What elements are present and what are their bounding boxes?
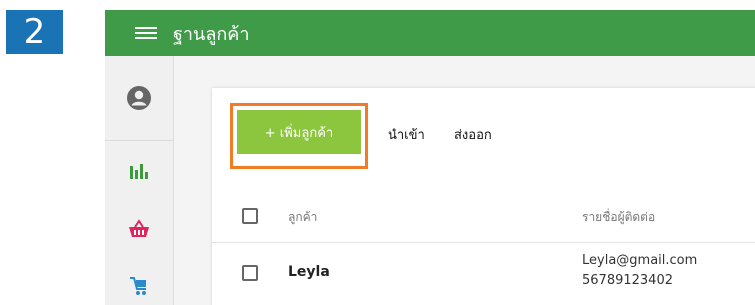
bar-chart-icon (130, 164, 148, 179)
basket-icon (129, 219, 149, 237)
import-button[interactable]: นำเข้า (388, 124, 425, 145)
cart-icon (130, 277, 146, 295)
main-content: + เพิ่มลูกค้า นำเข้า ส่งออก ลูกค้า รายชื… (174, 56, 755, 305)
customer-list-card: + เพิ่มลูกค้า นำเข้า ส่งออก ลูกค้า รายชื… (212, 88, 755, 305)
sidebar (105, 56, 174, 305)
page-title: ฐานลูกค้า (173, 23, 250, 45)
sidebar-item-cart[interactable] (105, 261, 173, 305)
contact-email: Leyla@gmail.com (582, 253, 698, 268)
top-bar: ฐานลูกค้า (105, 10, 755, 56)
sidebar-item-profile[interactable] (105, 56, 173, 141)
app-window: ฐานลูกค้า + เพิ่มลูกค้า นำเข้า ส่งออก ลู… (105, 10, 755, 305)
export-button[interactable]: ส่งออก (454, 124, 492, 145)
table-header: ลูกค้า รายชื่อผู้ติดต่อ (212, 190, 755, 243)
customer-name[interactable]: Leyla (288, 264, 330, 280)
table-row[interactable]: Leyla Leyla@gmail.com 56789123402 (212, 243, 755, 303)
hamburger-icon[interactable] (135, 27, 157, 39)
user-profile-icon (127, 86, 151, 110)
row-checkbox[interactable] (242, 265, 258, 281)
contact-phone: 56789123402 (582, 273, 673, 288)
column-header-customer: ลูกค้า (288, 210, 318, 224)
select-all-checkbox[interactable] (242, 208, 258, 224)
sidebar-item-stats[interactable] (105, 146, 173, 196)
step-number-badge: 2 (6, 10, 63, 54)
add-customer-button[interactable]: + เพิ่มลูกค้า (237, 110, 361, 154)
column-header-contact: รายชื่อผู้ติดต่อ (582, 210, 656, 224)
sidebar-item-basket[interactable] (105, 204, 173, 254)
